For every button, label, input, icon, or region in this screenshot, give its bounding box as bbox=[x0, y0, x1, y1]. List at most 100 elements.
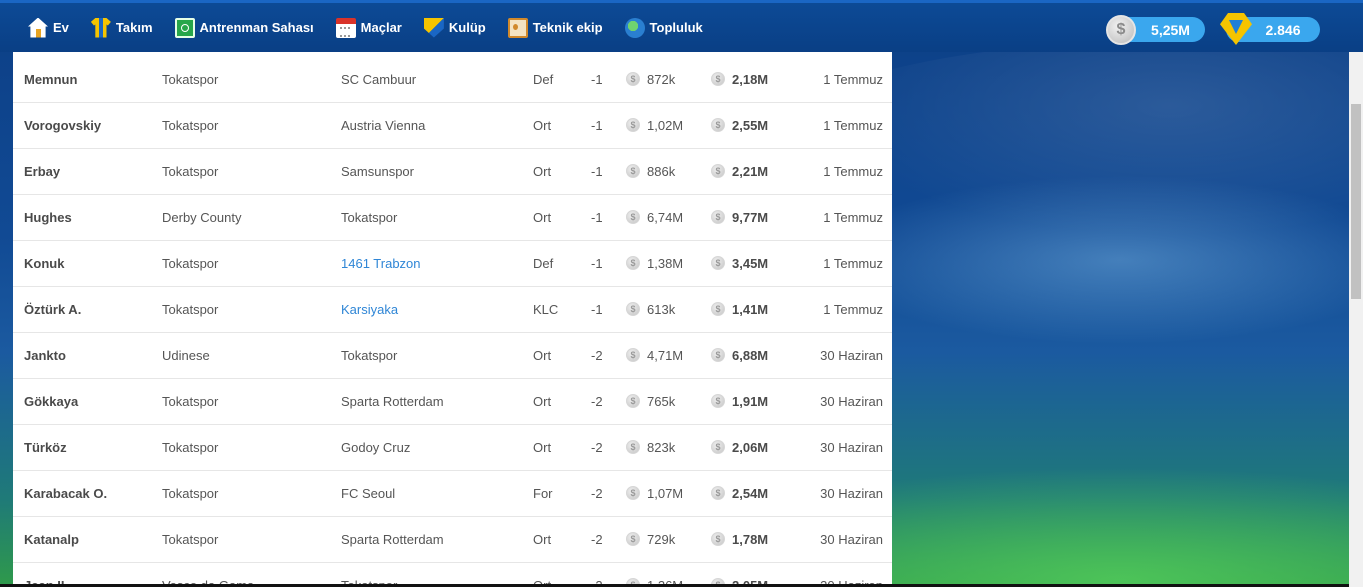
to-club[interactable]: 1461 Trabzon bbox=[341, 240, 533, 287]
transfer-fee: $1,41M bbox=[711, 286, 806, 333]
player-name[interactable]: Öztürk A. bbox=[13, 286, 162, 333]
shirt-icon bbox=[90, 17, 111, 38]
nav-item-home[interactable]: Ev bbox=[28, 17, 69, 38]
coin-icon: $ bbox=[711, 394, 725, 409]
transfers-table: Memnun Tokatspor SC Cambuur Def -1 $872k $2,18… bbox=[13, 57, 892, 587]
from-club: Tokatspor bbox=[162, 286, 341, 333]
position: Ort bbox=[533, 102, 591, 149]
table-row[interactable]: Türköz Tokatspor Godoy Cruz Ort -2 $823k $2,06… bbox=[13, 424, 892, 471]
transfer-fee-text: 1,41M bbox=[732, 301, 769, 317]
from-club: Tokatspor bbox=[162, 424, 341, 471]
nav-item-training[interactable]: Antrenman Sahası bbox=[174, 17, 314, 38]
table-row[interactable]: Konuk Tokatspor 1461 Trabzon Def -1 $1,38M $3,… bbox=[13, 240, 892, 287]
transfer-fee: $2,18M bbox=[711, 57, 806, 103]
age-delta: -1 bbox=[591, 240, 626, 287]
staff-icon bbox=[507, 17, 528, 38]
player-name[interactable]: Jankto bbox=[13, 332, 162, 379]
player-name[interactable]: Vorogovskiy bbox=[13, 102, 162, 149]
nav-item-staff[interactable]: Teknik ekip bbox=[507, 17, 603, 38]
age-delta: -2 bbox=[591, 470, 626, 517]
coin-icon: $ bbox=[626, 394, 640, 409]
to-club: Samsunspor bbox=[341, 148, 533, 195]
table-row[interactable]: Erbay Tokatspor Samsunspor Ort -1 $886k $2,21M… bbox=[13, 148, 892, 195]
position: Ort bbox=[533, 378, 591, 425]
position: Ort bbox=[533, 332, 591, 379]
position: For bbox=[533, 470, 591, 517]
nav-item-community[interactable]: Topluluk bbox=[624, 17, 703, 38]
coin-icon: $ bbox=[711, 118, 725, 133]
position: Def bbox=[533, 57, 591, 103]
coin-icon: $ bbox=[626, 532, 640, 547]
to-club: Austria Vienna bbox=[341, 102, 533, 149]
nav-item-team[interactable]: Takım bbox=[90, 17, 153, 38]
market-value-text: 729k bbox=[647, 531, 676, 547]
to-club: SC Cambuur bbox=[341, 57, 533, 103]
table-row[interactable]: Memnun Tokatspor SC Cambuur Def -1 $872k $2,18… bbox=[13, 57, 892, 103]
player-name[interactable]: Gökkaya bbox=[13, 378, 162, 425]
transfer-date: 1 Temmuz bbox=[806, 194, 892, 241]
position: Ort bbox=[533, 516, 591, 563]
table-row[interactable]: Öztürk A. Tokatspor Karsiyaka KLC -1 $613k $1,… bbox=[13, 286, 892, 333]
table-row[interactable]: Katanalp Tokatspor Sparta Rotterdam Ort -2 $7… bbox=[13, 516, 892, 563]
age-delta: -1 bbox=[591, 148, 626, 195]
nav-item-label: Antrenman Sahası bbox=[199, 20, 314, 35]
to-club[interactable]: Karsiyaka bbox=[341, 286, 533, 333]
to-club: Godoy Cruz bbox=[341, 424, 533, 471]
coin-icon: $ bbox=[711, 348, 725, 363]
transfer-fee-text: 3,45M bbox=[732, 255, 769, 271]
coin-icon: $ bbox=[711, 72, 725, 87]
player-name[interactable]: Konuk bbox=[13, 240, 162, 287]
crest-icon bbox=[423, 17, 444, 38]
position: KLC bbox=[533, 286, 591, 333]
table-row[interactable]: Vorogovskiy Tokatspor Austria Vienna Ort -1 $… bbox=[13, 102, 892, 149]
player-name[interactable]: Türköz bbox=[13, 424, 162, 471]
pitch-icon bbox=[174, 17, 195, 38]
scrollbar-thumb[interactable] bbox=[1351, 104, 1361, 299]
from-club: Tokatspor bbox=[162, 102, 341, 149]
page-scrollbar[interactable] bbox=[1349, 52, 1363, 587]
table-row[interactable]: Karabacak O. Tokatspor FC Seoul For -2 $1,07M… bbox=[13, 470, 892, 517]
nav-item-matches[interactable]: Maçlar bbox=[335, 17, 402, 38]
transfer-date: 1 Temmuz bbox=[806, 148, 892, 195]
position: Ort bbox=[533, 424, 591, 471]
from-club: Tokatspor bbox=[162, 240, 341, 287]
transfer-fee-text: 2,54M bbox=[732, 485, 769, 501]
position: Ort bbox=[533, 148, 591, 195]
table-row[interactable]: Hughes Derby County Tokatspor Ort -1 $6,74M $9… bbox=[13, 194, 892, 241]
transfer-fee-text: 2,18M bbox=[732, 71, 769, 87]
transfer-fee-text: 1,91M bbox=[732, 393, 769, 409]
player-name[interactable]: Erbay bbox=[13, 148, 162, 195]
transfer-fee: $1,91M bbox=[711, 378, 806, 425]
age-delta: -2 bbox=[591, 424, 626, 471]
coin-icon: $ bbox=[626, 118, 640, 133]
coin-icon: $ bbox=[711, 486, 725, 501]
to-club: Tokatspor bbox=[341, 194, 533, 241]
table-row[interactable]: Gökkaya Tokatspor Sparta Rotterdam Ort -2 $76… bbox=[13, 378, 892, 425]
from-club: Derby County bbox=[162, 194, 341, 241]
market-value-text: 872k bbox=[647, 71, 676, 87]
table-row[interactable]: Jankto Udinese Tokatspor Ort -2 $4,71M $6,88M 3… bbox=[13, 332, 892, 379]
money-balance-value: 5,25M bbox=[1151, 21, 1190, 38]
coin-icon: $ bbox=[626, 210, 640, 225]
transfer-date: 30 Haziran bbox=[806, 332, 892, 379]
player-name[interactable]: Katanalp bbox=[13, 516, 162, 563]
coin-icon: $ bbox=[711, 256, 725, 271]
coin-icon: $ bbox=[626, 72, 640, 87]
nav-item-label: Topluluk bbox=[649, 20, 703, 35]
player-name[interactable]: Memnun bbox=[13, 57, 162, 103]
transfer-date: 30 Haziran bbox=[806, 424, 892, 471]
position: Def bbox=[533, 240, 591, 287]
from-club: Tokatspor bbox=[162, 516, 341, 563]
player-name[interactable]: Karabacak O. bbox=[13, 470, 162, 517]
player-name[interactable]: Hughes bbox=[13, 194, 162, 241]
transfer-date: 1 Temmuz bbox=[806, 57, 892, 103]
age-delta: -2 bbox=[591, 332, 626, 379]
coin-icon: $ bbox=[711, 210, 725, 225]
coin-icon: $ bbox=[626, 440, 640, 455]
nav-item-label: Kulüp bbox=[448, 20, 486, 35]
transfers-table-body: Memnun Tokatspor SC Cambuur Def -1 $872k $2,18… bbox=[13, 57, 892, 587]
coin-icon: $ bbox=[711, 532, 725, 547]
position: Ort bbox=[533, 194, 591, 241]
coin-icon: $ bbox=[1106, 15, 1136, 45]
nav-item-club[interactable]: Kulüp bbox=[423, 17, 486, 38]
